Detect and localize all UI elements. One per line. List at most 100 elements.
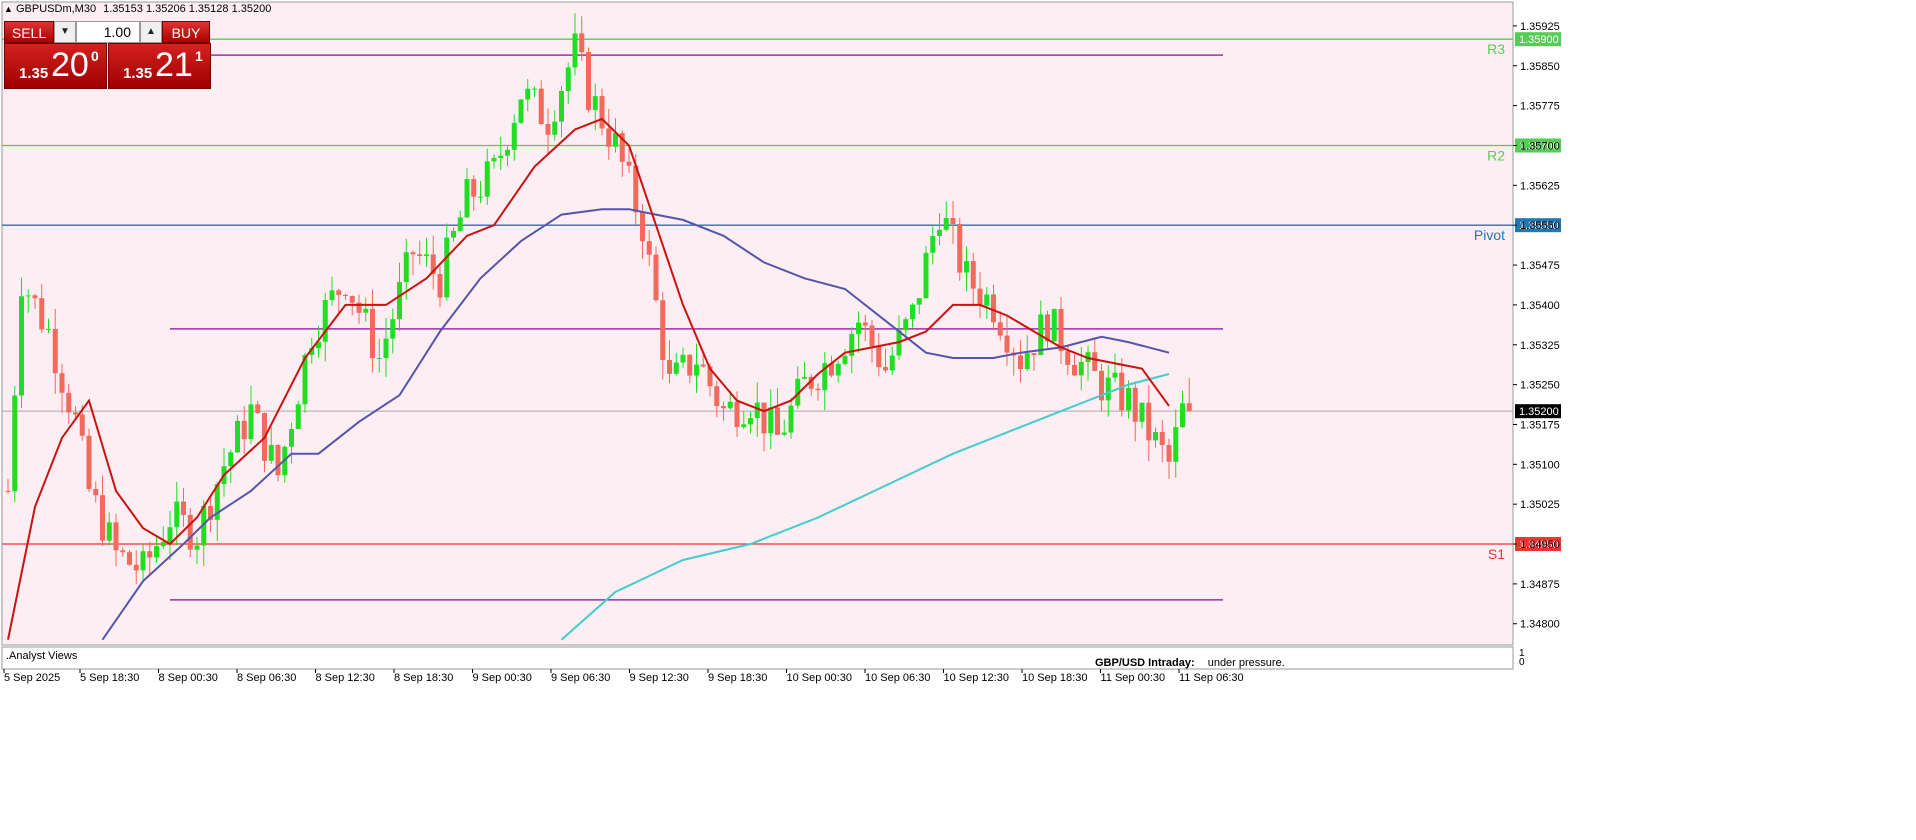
lot-decrease-button[interactable]: ▼	[54, 21, 76, 43]
candle-body	[768, 407, 774, 434]
x-tick-label: 8 Sep 12:30	[316, 672, 375, 684]
buy-price-box[interactable]: 1.35 21 1	[108, 43, 211, 89]
candle-body	[586, 52, 591, 110]
candle-body	[1126, 387, 1131, 411]
candle-body	[592, 96, 598, 110]
candle-body	[930, 235, 936, 253]
candle-body	[748, 418, 753, 425]
candle-body	[1173, 427, 1179, 462]
candle-body	[700, 364, 706, 367]
candle-body	[275, 444, 281, 476]
candle-body	[505, 149, 510, 156]
candle-body	[1112, 372, 1118, 378]
candle-body	[484, 161, 490, 197]
candle-body	[289, 429, 294, 447]
price-chart[interactable]: R3 1.35900 R2 1.35700 Pivot 1.35550 S1 1.34950 1…	[0, 0, 1916, 840]
candle-body	[133, 564, 139, 571]
candle-body	[181, 501, 186, 515]
candle-body	[1031, 353, 1037, 356]
candle-body	[52, 328, 58, 374]
y-tick-label: 1.35250	[1520, 380, 1560, 392]
sell-button[interactable]: SELL	[4, 21, 54, 43]
candle-body	[1024, 353, 1030, 370]
x-tick-label: 10 Sep 18:30	[1022, 672, 1087, 684]
plot-area[interactable]	[1, 1, 1514, 646]
candle-body	[1119, 372, 1125, 411]
candle-body	[970, 261, 976, 289]
x-tick-label: 9 Sep 12:30	[630, 672, 689, 684]
candle-body	[856, 322, 861, 334]
lot-increase-button[interactable]: ▲	[140, 21, 162, 43]
candle-body	[727, 401, 733, 409]
candle-body	[802, 376, 807, 379]
candle-body	[336, 290, 342, 295]
sell-price-box[interactable]: 1.35 20 0	[4, 43, 107, 89]
candle-body	[1018, 355, 1023, 370]
candle-body	[370, 308, 375, 359]
x-tick-label: 5 Sep 2025	[4, 672, 60, 684]
y-tick-label: 1.35400	[1520, 300, 1560, 312]
y-tick-label: 1.35850	[1520, 61, 1560, 73]
buy-button[interactable]: BUY	[162, 21, 210, 43]
buy-price-sup: 1	[195, 48, 203, 64]
candle-body	[903, 319, 909, 331]
candle-body	[1146, 402, 1152, 441]
candle-body	[754, 402, 760, 419]
candle-body	[322, 300, 328, 342]
candle-body	[424, 254, 429, 257]
candle-body	[397, 282, 402, 320]
candle-body	[66, 392, 72, 413]
candle-body	[39, 298, 45, 330]
y-tick-label: 1.35325	[1520, 340, 1560, 352]
candle-body	[997, 322, 1003, 336]
candle-body	[1180, 403, 1185, 428]
candle-body	[518, 99, 524, 123]
buy-price-small: 1.35	[123, 65, 153, 82]
candle-body	[1132, 387, 1138, 422]
subwindow-area	[1, 646, 1514, 670]
candle-body	[869, 325, 875, 347]
x-tick-label: 10 Sep 12:30	[944, 672, 1009, 684]
symbol-timeframe: GBPUSDm,M30	[15, 3, 97, 15]
candle-body	[694, 364, 699, 376]
candle-body	[471, 179, 477, 197]
candle-body	[167, 527, 173, 542]
candle-body	[241, 420, 247, 440]
candle-body	[883, 367, 888, 371]
x-tick-label: 8 Sep 00:30	[159, 672, 218, 684]
candle-body	[457, 217, 463, 231]
candle-body	[626, 161, 632, 166]
lot-size-input[interactable]: 1.00	[76, 21, 140, 43]
x-tick-label: 9 Sep 18:30	[708, 672, 767, 684]
candle-body	[788, 405, 794, 433]
candle-body	[984, 294, 990, 306]
y-tick-label: 1.35625	[1520, 180, 1560, 192]
candle-body	[646, 241, 652, 255]
candle-body	[721, 406, 726, 409]
candle-body	[538, 88, 544, 125]
collapse-icon[interactable]: ▲	[4, 4, 13, 14]
y-tick-label: 1.35025	[1520, 499, 1560, 511]
candle-body	[957, 223, 963, 273]
candle-body	[383, 338, 389, 359]
candle-body	[714, 386, 720, 407]
candle-body	[464, 179, 470, 218]
candle-body	[1004, 335, 1010, 353]
candle-body	[937, 229, 942, 236]
candle-body	[775, 407, 780, 435]
candle-body	[910, 304, 915, 320]
candle-body	[599, 96, 605, 129]
candle-body	[140, 551, 146, 571]
candle-body	[25, 295, 31, 297]
candle-body	[248, 404, 254, 440]
candle-body	[977, 288, 983, 306]
x-tick-label: 8 Sep 06:30	[237, 672, 296, 684]
candle-body	[673, 362, 679, 374]
candle-body	[1065, 351, 1071, 365]
candle-body	[1078, 361, 1084, 376]
candle-body	[653, 254, 659, 301]
y-tick-label: 1.34950	[1520, 539, 1560, 551]
candle-body	[660, 300, 666, 360]
candle-body	[640, 212, 645, 242]
candle-body	[1072, 364, 1077, 376]
